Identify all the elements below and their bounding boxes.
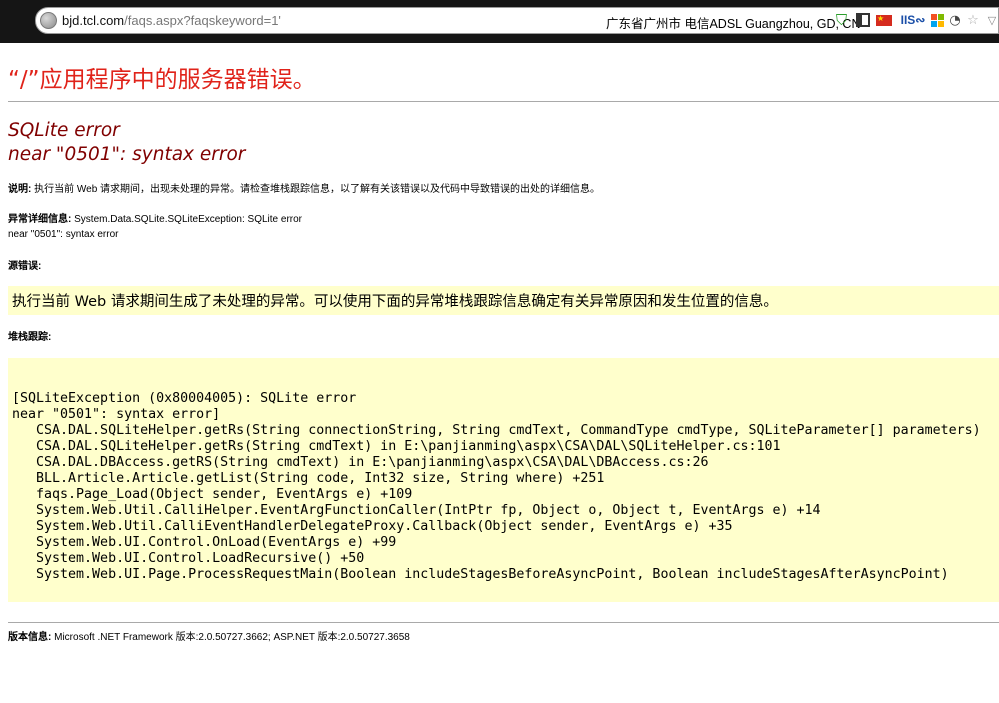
- error-heading: SQLite error near "0501": syntax error: [8, 119, 245, 167]
- stack-trace-section: 堆栈跟踪:: [8, 330, 51, 345]
- stack-trace-label: 堆栈跟踪:: [8, 332, 52, 343]
- stack-trace-line: System.Web.UI.Page.ProcessRequestMain(Bo…: [12, 567, 949, 582]
- source-error-box: 执行当前 Web 请求期间生成了未处理的异常。可以使用下面的异常堆栈跟踪信息确定…: [8, 286, 999, 315]
- address-bar[interactable]: bjd.tcl.com/faqs.aspx?faqskeyword=1' 广东省…: [35, 7, 999, 34]
- chevron-down-icon[interactable]: ▽: [985, 12, 999, 29]
- windows-icon[interactable]: [929, 12, 945, 29]
- exception-text-2: near "0501": syntax error: [8, 229, 119, 240]
- globe-icon[interactable]: [40, 12, 57, 29]
- ip-location-text: 广东省广州市 电信ADSL Guangzhou, GD, CN: [606, 17, 861, 31]
- stack-trace-line: CSA.DAL.SQLiteHelper.getRs(String cmdTex…: [12, 439, 781, 454]
- china-flag-icon[interactable]: ★: [875, 12, 893, 29]
- source-error-text: 执行当前 Web 请求期间生成了未处理的异常。可以使用下面的异常堆栈跟踪信息确定…: [12, 294, 778, 310]
- qr-code-icon[interactable]: [854, 12, 871, 29]
- version-info-section: 版本信息: Microsoft .NET Framework 版本:2.0.50…: [8, 630, 410, 645]
- version-text: Microsoft .NET Framework 版本:2.0.50727.36…: [51, 632, 410, 643]
- stack-trace-line: System.Web.Util.CalliHelper.EventArgFunc…: [12, 503, 821, 518]
- divider: [8, 101, 999, 102]
- version-label: 版本信息:: [8, 632, 52, 643]
- stack-trace-line: [SQLiteException (0x80004005): SQLite er…: [12, 391, 357, 406]
- stack-trace-line: System.Web.Util.CalliEventHandlerDelegat…: [12, 519, 733, 534]
- stack-trace-line: faqs.Page_Load(Object sender, EventArgs …: [12, 487, 413, 502]
- source-error-section: 源错误:: [8, 259, 41, 274]
- stack-trace-text: [SQLiteException (0x80004005): SQLite er…: [12, 391, 981, 583]
- divider: [8, 622, 999, 623]
- page-title: “/”应用程序中的服务器错误。: [8, 67, 316, 93]
- stack-trace-line: near "0501": syntax error]: [12, 407, 221, 422]
- error-page: “/”应用程序中的服务器错误。 SQLite error near "0501"…: [0, 43, 999, 703]
- stack-trace-line: CSA.DAL.DBAccess.getRS(String cmdText) i…: [12, 455, 709, 470]
- stack-trace-line: BLL.Article.Article.getList(String code,…: [12, 471, 605, 486]
- url-text[interactable]: bjd.tcl.com/faqs.aspx?faqskeyword=1': [62, 13, 281, 28]
- stack-trace-line: CSA.DAL.SQLiteHelper.getRs(String connec…: [12, 423, 981, 438]
- error-line-2: near "0501": syntax error: [8, 144, 246, 165]
- star-icon[interactable]: ☆: [966, 12, 980, 29]
- stack-trace-box[interactable]: [SQLiteException (0x80004005): SQLite er…: [8, 358, 999, 602]
- exception-text-1: System.Data.SQLite.SQLiteException: SQLi…: [71, 214, 302, 225]
- description-label: 说明:: [8, 184, 32, 195]
- shield-icon[interactable]: ⛉: [834, 12, 849, 29]
- url-host: bjd.tcl.com: [62, 13, 125, 28]
- url-path: /faqs.aspx?faqskeyword=1': [124, 13, 281, 28]
- error-line-1: SQLite error: [8, 120, 120, 141]
- stack-trace-line: System.Web.UI.Control.OnLoad(EventArgs e…: [12, 535, 397, 550]
- description-section: 说明: 执行当前 Web 请求期间，出现未处理的异常。请检查堆栈跟踪信息，以了解…: [8, 182, 600, 197]
- description-text: 执行当前 Web 请求期间，出现未处理的异常。请检查堆栈跟踪信息，以了解有关该错…: [31, 184, 601, 195]
- stack-trace-line: System.Web.UI.Control.LoadRecursive() +5…: [12, 551, 365, 566]
- iis-icon[interactable]: IIS∾: [898, 12, 928, 29]
- rss-icon[interactable]: ◔: [948, 12, 962, 29]
- exception-label: 异常详细信息:: [8, 214, 72, 225]
- exception-details-section: 异常详细信息: System.Data.SQLite.SQLiteExcepti…: [8, 212, 302, 242]
- browser-toolbar: bjd.tcl.com/faqs.aspx?faqskeyword=1' 广东省…: [0, 0, 999, 43]
- source-error-label: 源错误:: [8, 261, 42, 272]
